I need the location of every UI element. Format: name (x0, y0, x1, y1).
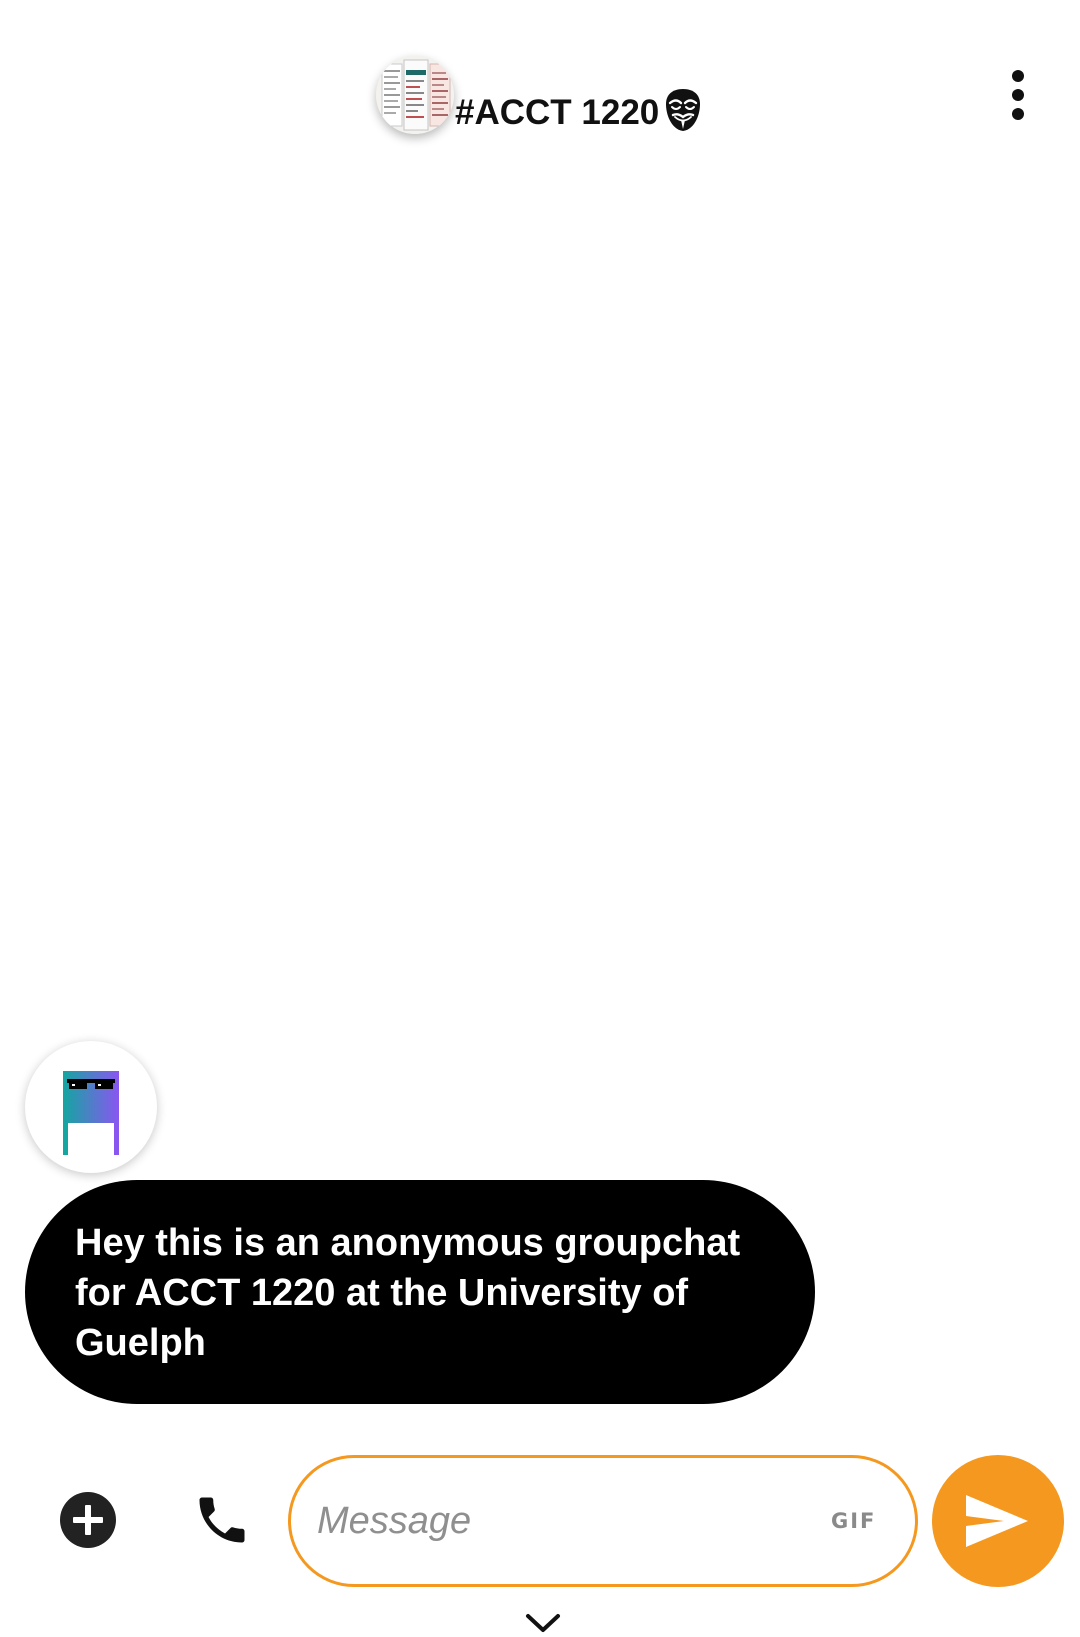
anonymous-mask-icon (663, 87, 703, 133)
message-text: Hey this is an anonymous groupchat for A… (75, 1222, 741, 1364)
group-photo-icon (376, 56, 454, 134)
gif-button[interactable]: GIF (831, 1504, 876, 1538)
plus-circle-icon (60, 1492, 116, 1548)
phone-icon (199, 1497, 245, 1543)
add-attachment-button[interactable] (58, 1490, 118, 1550)
send-button[interactable] (932, 1455, 1064, 1587)
message-input[interactable] (317, 1488, 797, 1554)
pixel-sunglasses-avatar-icon (63, 1071, 119, 1155)
collapse-keyboard-button[interactable] (524, 1612, 562, 1634)
message-bubble[interactable]: Hey this is an anonymous groupchat for A… (25, 1180, 815, 1404)
send-icon (966, 1495, 1028, 1547)
group-title[interactable]: #ACCT 1220 (455, 88, 659, 138)
sender-avatar[interactable] (25, 1041, 157, 1173)
chat-header: #ACCT 1220 (0, 0, 1080, 170)
message-field[interactable]: GIF (288, 1455, 918, 1587)
call-button[interactable] (192, 1490, 252, 1550)
chat-screen: #ACCT 1220 Hey this is an anonymous grou… (0, 0, 1080, 1637)
more-options-button[interactable] (1000, 68, 1036, 122)
group-avatar[interactable] (376, 56, 454, 134)
chevron-down-icon (526, 1614, 560, 1632)
more-vertical-icon (1012, 70, 1024, 120)
